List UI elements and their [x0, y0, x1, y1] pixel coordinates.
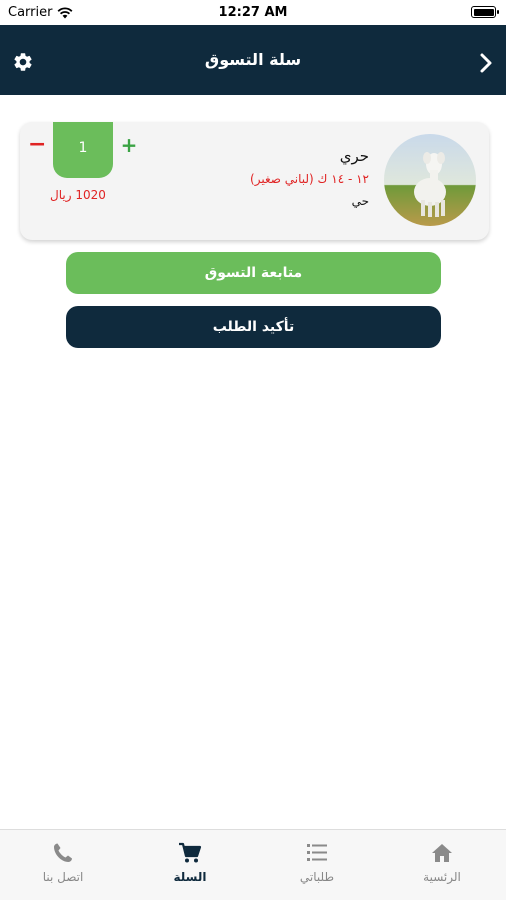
status-bar: Carrier 12:27 AM	[0, 0, 506, 25]
tab-home[interactable]: الرئسية	[402, 842, 482, 884]
home-icon	[432, 844, 452, 862]
battery-icon	[471, 6, 499, 18]
product-spec: ١٢ - ١٤ ك (لباني صغير)	[250, 172, 369, 186]
cart-item-card: حري ١٢ - ١٤ ك (لباني صغير) حي − 1 + 1020…	[20, 122, 489, 240]
orders-list-icon	[307, 844, 327, 861]
confirm-order-button[interactable]: تأكيد الطلب	[66, 306, 441, 348]
quantity-display: 1	[53, 122, 113, 178]
phone-icon	[54, 843, 72, 862]
increase-quantity-button[interactable]: +	[120, 135, 138, 155]
tab-contact[interactable]: اتصل بنا	[23, 842, 103, 884]
tab-cart-label: السلة	[173, 870, 207, 884]
tab-home-label: الرئسية	[423, 870, 461, 884]
cart-icon	[179, 842, 202, 863]
navigation-bar: سلة التسوق	[0, 25, 506, 95]
product-subtitle: حي	[351, 194, 369, 208]
page-title: سلة التسوق	[204, 50, 302, 69]
product-image	[384, 134, 476, 226]
decrease-quantity-button[interactable]: −	[28, 134, 46, 156]
tab-orders[interactable]: طلباتي	[277, 842, 357, 884]
chevron-right-icon[interactable]	[478, 52, 494, 74]
tab-orders-label: طلباتي	[299, 870, 335, 884]
tab-contact-label: اتصل بنا	[42, 870, 84, 884]
clock: 12:27 AM	[218, 5, 288, 20]
tab-cart[interactable]: السلة	[150, 842, 230, 884]
bottom-tab-bar: الرئسية طلباتي السلة اتصل بنا	[0, 829, 506, 900]
product-name: حري	[339, 147, 369, 165]
continue-shopping-button[interactable]: متابعة التسوق	[66, 252, 441, 294]
item-price: 1020 ريال	[50, 188, 106, 202]
